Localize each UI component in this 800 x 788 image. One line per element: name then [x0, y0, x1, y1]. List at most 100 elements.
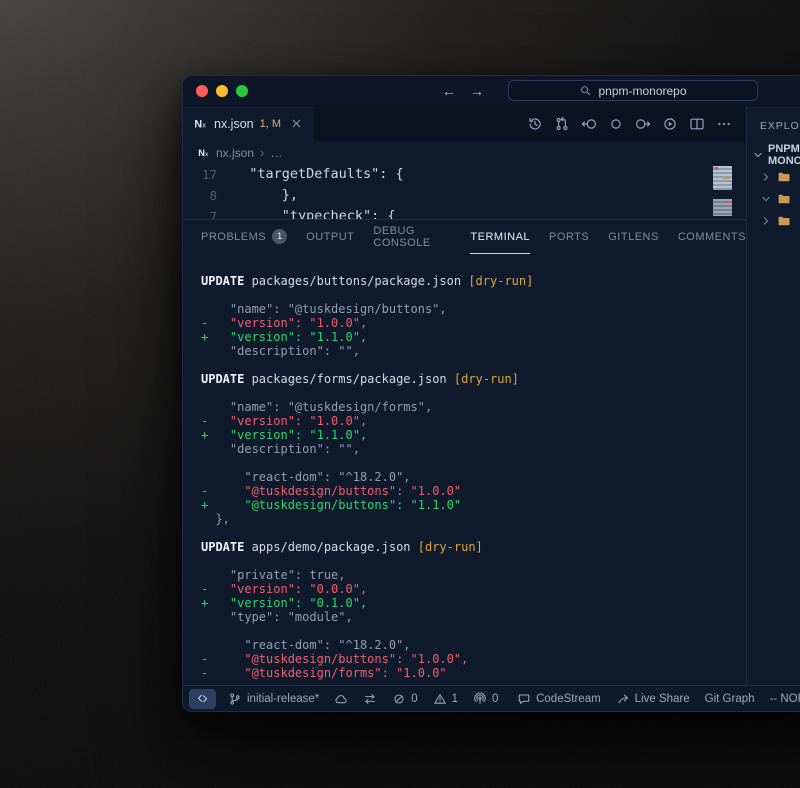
changes-icon[interactable] [608, 116, 624, 132]
run-icon[interactable] [662, 116, 678, 132]
breadcrumb-file[interactable]: nx.json [216, 146, 254, 160]
line-number: 8 [183, 185, 233, 206]
terminal-line: UPDATE packages/forms/package.json [dry-… [201, 372, 746, 386]
git-branch-status-label: initial-release* [247, 693, 319, 705]
panel-tab-bar: PROBLEMS 1 OUTPUT DEBUG CONSOLE TERMINAL PORT… [183, 220, 746, 254]
minimap [713, 166, 732, 216]
terminal-line: - "version": "1.0.0", [201, 414, 746, 428]
broadcast-count[interactable]: 0 [473, 692, 498, 706]
error-count[interactable]: 0 [392, 692, 417, 706]
close-tab-icon[interactable] [289, 116, 304, 131]
codestream-status-label: CodeStream [536, 693, 601, 705]
terminal-line: - "version": "0.0.0", [201, 582, 746, 596]
split-editor-icon[interactable] [689, 116, 705, 132]
status-bar: initial-release* 0 1 0 CodeStream Live Share… [183, 685, 800, 711]
terminal-line: "description": "", [201, 344, 746, 358]
source-control-icon[interactable] [554, 116, 570, 132]
live-share-status[interactable]: Live Share [616, 692, 690, 706]
terminal-line: }, [201, 512, 746, 526]
warning-count[interactable]: 1 [433, 692, 458, 706]
breadcrumb[interactable]: Nx nx.json › … [183, 141, 746, 164]
terminal-line: UPDATE apps/demo/package.json [dry-run] [201, 540, 746, 554]
problems-badge: 1 [272, 229, 287, 244]
compare-status[interactable] [363, 692, 377, 706]
root-folder-label: PNPM-MONOREPO [768, 143, 800, 167]
git-branch-icon [228, 692, 242, 706]
vim-mode-indicator-label: -- NORMAL -- [770, 693, 800, 705]
live-share-status-label: Live Share [635, 693, 690, 705]
panel-tab-label: DEBUG CONSOLE [373, 225, 451, 249]
history-navigation: ← → [442, 84, 484, 98]
panel-tab-terminal[interactable]: TERMINAL [470, 220, 530, 254]
tab-modified-badge: 1, M [260, 118, 281, 130]
cloud-icon [334, 692, 348, 706]
git-graph-status-label: Git Graph [705, 693, 755, 705]
terminal-line: "private": true, [201, 568, 746, 582]
explorer-tree-item[interactable] [747, 188, 800, 210]
editor-line[interactable]: 8 }, [183, 185, 746, 206]
terminal-line: + "version": "1.1.0", [201, 330, 746, 344]
go-forward-button[interactable]: → [470, 84, 484, 98]
line-number: 7 [183, 206, 233, 219]
remote-indicator[interactable] [189, 689, 216, 709]
code-text: "targetDefaults": { [233, 164, 404, 185]
desktop-background: ← → pnpm-monorepo Nx nx.json 1, M [0, 0, 800, 788]
warning-icon [433, 692, 447, 706]
panel-tab-problems[interactable]: PROBLEMS 1 [201, 220, 287, 254]
broadcast-icon [473, 692, 487, 706]
svg-text:N: N [198, 148, 205, 158]
terminal-line: + "version": "1.1.0", [201, 428, 746, 442]
terminal-line: UPDATE packages/buttons/package.json [dr… [201, 274, 746, 288]
panel-tab-output[interactable]: OUTPUT [306, 220, 354, 254]
codestream-status[interactable]: CodeStream [517, 692, 601, 706]
terminal-line: - "@tuskdesign/buttons": "1.0.0" [201, 484, 746, 498]
explorer-root-folder[interactable]: PNPM-MONOREPO [747, 144, 800, 166]
error-count-label: 0 [411, 693, 417, 705]
tab-label: nx.json [214, 117, 254, 131]
terminal-output[interactable]: UPDATE packages/buttons/package.json [dr… [183, 254, 746, 685]
timeline-icon[interactable] [527, 116, 543, 132]
share-icon [616, 692, 630, 706]
terminal-line: "name": "@tuskdesign/buttons", [201, 302, 746, 316]
panel-tab-comments[interactable]: COMMENTS [678, 220, 746, 254]
panel-tab-ports[interactable]: PORTS [549, 220, 589, 254]
previous-change-icon[interactable] [581, 116, 597, 132]
compare-icon [363, 692, 377, 706]
sidebar-title: EXPLORER [747, 116, 800, 144]
explorer-tree-item[interactable] [747, 166, 800, 188]
minimize-window-button[interactable] [216, 85, 228, 97]
terminal-line [201, 288, 746, 302]
vim-mode-indicator[interactable]: -- NORMAL -- [770, 693, 800, 705]
svg-text:x: x [202, 123, 206, 130]
editor-line[interactable]: 7 "typecheck": { [183, 206, 746, 219]
gitlens-sync-status[interactable] [334, 692, 348, 706]
go-back-button[interactable]: ← [442, 84, 456, 98]
breadcrumb-symbol[interactable]: … [270, 146, 282, 160]
git-branch-status[interactable]: initial-release* [228, 692, 319, 706]
next-change-icon[interactable] [635, 116, 651, 132]
panel-tab-label: COMMENTS [678, 231, 746, 243]
panel-tab-gitlens[interactable]: GITLENS [608, 220, 659, 254]
panel-tab-label: OUTPUT [306, 231, 354, 243]
panel-tab-label: TERMINAL [470, 231, 530, 243]
explorer-tree-item[interactable] [747, 210, 800, 232]
terminal-line [201, 526, 746, 540]
search-icon [579, 84, 592, 97]
breadcrumb-separator: › [260, 145, 264, 160]
editor[interactable]: 17 "targetDefaults": {8 },7 "typecheck":… [183, 164, 746, 219]
panel-tab-label: PORTS [549, 231, 589, 243]
panel-tab-debug-console[interactable]: DEBUG CONSOLE [373, 220, 451, 254]
line-number: 17 [183, 164, 233, 185]
command-center-search[interactable]: pnpm-monorepo [508, 80, 758, 101]
zoom-window-button[interactable] [236, 85, 248, 97]
git-graph-status[interactable]: Git Graph [705, 693, 755, 705]
tab-nx-json[interactable]: Nx nx.json 1, M [183, 106, 315, 141]
close-window-button[interactable] [196, 85, 208, 97]
code-text: "typecheck": { [233, 206, 396, 219]
editor-actions [527, 106, 746, 141]
terminal-line [201, 624, 746, 638]
editor-line[interactable]: 17 "targetDefaults": { [183, 164, 746, 185]
panel-tab-label: PROBLEMS [201, 231, 266, 243]
more-actions-icon[interactable] [716, 116, 732, 132]
svg-text:N: N [194, 118, 202, 130]
